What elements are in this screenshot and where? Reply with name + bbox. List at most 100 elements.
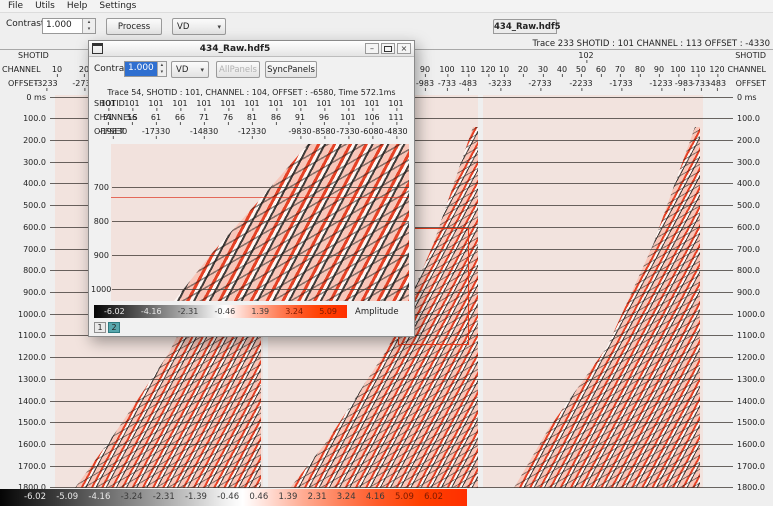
colorbar-tick: -2.31 [178,305,199,318]
dialog-shotid-value: 101 [292,99,307,108]
menu-item[interactable]: Settings [99,1,136,11]
dialog-channel-value: 101 [340,113,355,122]
time-tick-left: 1700.0 [0,462,50,471]
allpanels-button[interactable]: AllPanels [216,61,260,78]
offset-value: -2233 [569,79,592,88]
dialog-channel-value: 71 [199,113,209,122]
channel-value: 20 [518,65,528,74]
time-tick-right: 0 ms [733,93,773,102]
dialog-titlebar[interactable]: 434_Raw.hdf5 – × [89,41,414,57]
dialog-shotid-row: 101101101101101101101101101101101101101 [89,99,414,111]
menu-item[interactable]: File [8,1,23,11]
syncpanels-button[interactable]: SyncPanels [265,61,317,78]
spin-up-icon[interactable]: ▴ [83,19,95,26]
time-tick-right: 800.0 [733,266,773,275]
channel-value: 120 [709,65,724,74]
dialog-channel-value: 56 [127,113,137,122]
contrast-label: Contrast [6,19,44,29]
colorbar-tick: 4.16 [366,489,385,506]
time-tick-left: 1100.0 [0,331,50,340]
dialog-seismic-plot[interactable] [111,144,409,301]
main-toolbar: Contrast 1.000 ▴ ▾ Process VD ▾ [0,14,773,38]
minimize-button[interactable]: – [365,43,379,54]
time-tick-left: 600.0 [0,223,50,232]
tab-panel-1[interactable]: 1 [94,322,106,333]
dialog-offset-value: -14830 [190,127,218,136]
dialog-offset-value: -19830 [99,127,127,136]
time-tick-left: 1600.0 [0,440,50,449]
tab-panel-2[interactable]: 2 [108,322,120,333]
seismic-viewer-app: File Utils Help Settings Contrast 1.000 ▴ ▾… [0,0,773,506]
time-tick-left: 1200.0 [0,353,50,362]
channel-value: 110 [460,65,475,74]
offset-value: -483 [459,79,477,88]
contrast-spinner[interactable]: 1.000 ▴ ▾ [42,18,96,34]
dialog-channel-value: 111 [388,113,403,122]
dialog-time-tick: 900 [91,251,112,260]
dialog-display-mode-select[interactable]: VD ▾ [171,61,209,78]
spinner-steps[interactable]: ▴ ▾ [82,19,95,33]
colorbar-tick: 2.31 [308,489,327,506]
gather-dialog-window[interactable]: 434_Raw.hdf5 – × Contrast 1.000 ▴ ▾ VD ▾… [88,40,415,337]
dialog-offset-value: -6080 [360,127,383,136]
spin-up-icon[interactable]: ▴ [158,62,166,69]
channel-value: 90 [420,65,430,74]
offset-value: -1233 [649,79,672,88]
time-tick-right: 1500.0 [733,418,773,427]
document-tab[interactable]: 434_Raw.hdf5 [493,19,557,34]
time-tick-left: 400.0 [0,179,50,188]
dialog-channel-value: 91 [295,113,305,122]
colorbar-tick: 3.24 [285,305,303,318]
spin-down-icon[interactable]: ▾ [83,26,95,33]
dialog-channel-value: 106 [364,113,379,122]
dialog-contrast-spinner[interactable]: 1.000 ▴ ▾ [124,61,167,77]
chevron-down-icon: ▾ [200,62,204,77]
spin-down-icon[interactable]: ▾ [158,69,166,76]
channel-value: 110 [690,65,705,74]
colorbar-tick: 3.24 [337,489,356,506]
time-tick-left: 1000.0 [0,310,50,319]
channel-value: 90 [654,65,664,74]
seismic-wedge [111,144,409,301]
dialog-offset-value: -4830 [384,127,407,136]
time-tick-right: 100.0 [733,114,773,123]
time-tick-left: 1400.0 [0,397,50,406]
time-tick-right: 400.0 [733,179,773,188]
display-mode-select[interactable]: VD ▾ [172,18,226,35]
dialog-trace-info: Trace 54, SHOTID : 101, CHANNEL : 104, O… [89,88,414,97]
amplitude-label: Amplitude [355,307,399,317]
maximize-button[interactable] [381,43,395,54]
dialog-contrast-value[interactable]: 1.000 [125,62,157,76]
close-button[interactable]: × [397,43,411,54]
dialog-offset-value: -7330 [336,127,359,136]
time-tick-right: 1800.0 [733,483,773,492]
dialog-channel-value: 66 [175,113,185,122]
time-tick-right: 1000.0 [733,310,773,319]
menu-item[interactable]: Help [67,1,88,11]
dialog-title: 434_Raw.hdf5 [107,44,363,54]
dialog-channel-value: 76 [223,113,233,122]
colorbar-tick: -3.24 [121,489,143,506]
dialog-offset-value: -17330 [142,127,170,136]
seismic-panel-3[interactable] [483,95,703,488]
display-mode-value: VD [177,19,189,34]
colorbar-tick: -0.46 [217,489,239,506]
dialog-shotid-value: 101 [148,99,163,108]
time-tick-right: 1300.0 [733,375,773,384]
dialog-shotid-value: 101 [316,99,331,108]
colorbar-tick: 5.09 [319,305,337,318]
contrast-value[interactable]: 1.000 [43,19,82,33]
colorbar-tick: -5.09 [56,489,78,506]
colorbar-tick: 1.39 [251,305,269,318]
time-tick-right: 1700.0 [733,462,773,471]
amplitude-colorbar: -6.02-5.09-4.16-3.24-2.31-1.39-0.460.461… [0,489,467,506]
channel-value: 100 [670,65,685,74]
offset-value: -983 [675,79,693,88]
process-button[interactable]: Process [106,18,162,35]
spinner-steps[interactable]: ▴ ▾ [157,62,166,76]
channel-value: 70 [615,65,625,74]
time-tick-right: 1100.0 [733,331,773,340]
dialog-offset-value: -12330 [238,127,266,136]
menu-item[interactable]: Utils [35,1,55,11]
time-crosshair-line [111,197,409,198]
